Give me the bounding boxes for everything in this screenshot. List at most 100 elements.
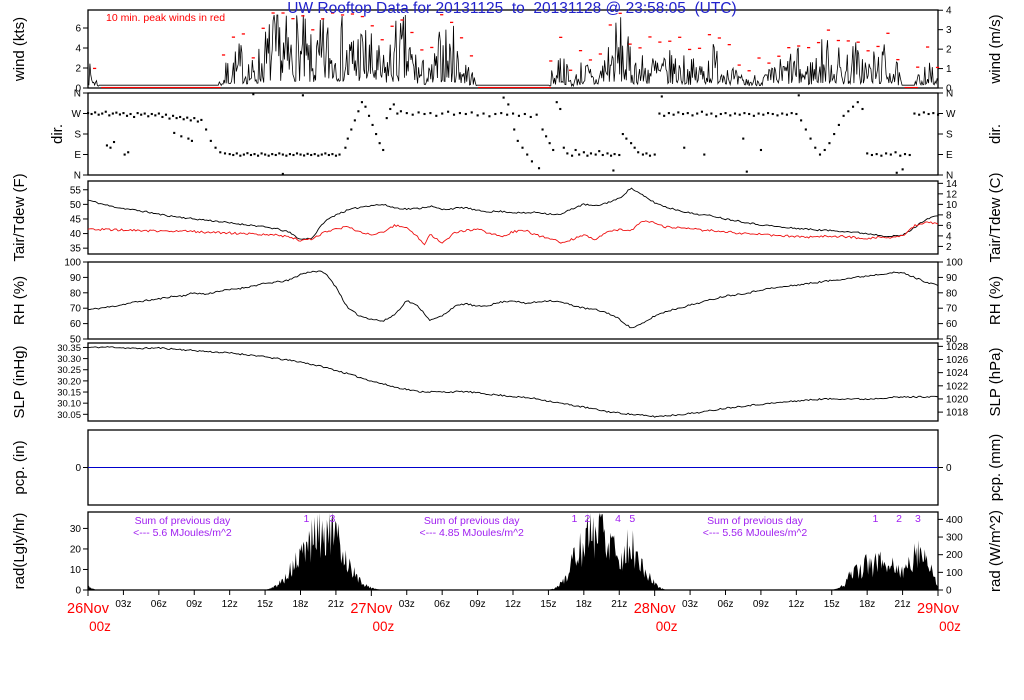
svg-text:0: 0 bbox=[75, 586, 81, 597]
svg-text:12: 12 bbox=[946, 189, 958, 200]
svg-text:N: N bbox=[946, 89, 953, 100]
svg-text:wind (kts): wind (kts) bbox=[11, 17, 28, 82]
svg-text:300: 300 bbox=[946, 533, 963, 544]
panel-rh: 50607080901005060708090100RH (%) RH (%) bbox=[11, 258, 1004, 346]
svg-text:00z: 00z bbox=[372, 619, 394, 634]
svg-text:03z: 03z bbox=[115, 599, 131, 610]
svg-text:N: N bbox=[74, 171, 81, 182]
svg-text:E: E bbox=[946, 150, 953, 161]
svg-text:1: 1 bbox=[571, 513, 577, 525]
svg-text:0: 0 bbox=[946, 463, 952, 474]
panel-rad: 01020300100200300400rad(Lgly/hr) rad (W/m… bbox=[11, 510, 1004, 597]
svg-text:60: 60 bbox=[946, 319, 958, 330]
svg-text:0: 0 bbox=[75, 463, 81, 474]
svg-text:SLP (hPa): SLP (hPa) bbox=[987, 348, 1004, 417]
svg-text:60: 60 bbox=[70, 319, 82, 330]
svg-text:3: 3 bbox=[329, 513, 335, 525]
svg-text:5: 5 bbox=[629, 513, 635, 525]
svg-text:1022: 1022 bbox=[946, 381, 969, 392]
panel-slp: 30.0530.1030.1530.2030.2530.3030.35 1018 1… bbox=[11, 342, 1004, 422]
panel-dir: NWSENNWSENdir. dir. bbox=[49, 89, 1004, 182]
svg-text:2: 2 bbox=[584, 513, 590, 525]
svg-text:45: 45 bbox=[70, 214, 82, 225]
figure-title: UW Rooftop Data for 20131125 to 20131128… bbox=[287, 0, 737, 17]
svg-text:1: 1 bbox=[873, 513, 879, 525]
svg-text:06z: 06z bbox=[434, 599, 450, 610]
svg-text:3: 3 bbox=[915, 513, 921, 525]
svg-text:2: 2 bbox=[896, 513, 902, 525]
svg-text:21z: 21z bbox=[895, 599, 911, 610]
svg-text:00z: 00z bbox=[939, 619, 961, 634]
svg-text:50: 50 bbox=[70, 200, 82, 211]
svg-text:6: 6 bbox=[946, 221, 952, 232]
svg-text:<--- 5.56 MJoules/m^2: <--- 5.56 MJoules/m^2 bbox=[703, 527, 808, 539]
panel-pcp: 0 0 pcp. (in) pcp. (mm) bbox=[11, 429, 1004, 506]
svg-text:30: 30 bbox=[70, 524, 82, 535]
svg-text:09z: 09z bbox=[470, 599, 486, 610]
svg-text:30.05: 30.05 bbox=[57, 410, 81, 421]
svg-text:30.30: 30.30 bbox=[57, 354, 81, 365]
svg-text:RH (%): RH (%) bbox=[11, 276, 28, 325]
svg-text:400: 400 bbox=[946, 515, 963, 526]
svg-text:18z: 18z bbox=[859, 599, 875, 610]
svg-text:35: 35 bbox=[70, 244, 82, 255]
svg-text:1024: 1024 bbox=[946, 368, 969, 379]
svg-text:dir.: dir. bbox=[49, 124, 66, 144]
svg-text:Sum of previous day: Sum of previous day bbox=[707, 515, 803, 527]
svg-text:S: S bbox=[74, 130, 81, 141]
svg-text:N: N bbox=[74, 89, 81, 100]
svg-text:Tair/Tdew (C): Tair/Tdew (C) bbox=[987, 172, 1004, 262]
svg-text:1028: 1028 bbox=[946, 342, 969, 353]
svg-text:E: E bbox=[74, 150, 81, 161]
svg-text:3: 3 bbox=[946, 25, 952, 36]
svg-text:pcp. (mm): pcp. (mm) bbox=[987, 434, 1004, 502]
svg-text:06z: 06z bbox=[151, 599, 167, 610]
svg-text:09z: 09z bbox=[753, 599, 769, 610]
svg-text:27Nov: 27Nov bbox=[350, 601, 393, 617]
svg-text:90: 90 bbox=[946, 273, 958, 284]
svg-text:18z: 18z bbox=[292, 599, 308, 610]
svg-text:30.35: 30.35 bbox=[57, 343, 81, 354]
svg-text:03z: 03z bbox=[399, 599, 415, 610]
svg-text:2: 2 bbox=[946, 45, 952, 56]
svg-text:00z: 00z bbox=[656, 619, 678, 634]
svg-text:200: 200 bbox=[946, 550, 963, 561]
x-axis: 03z 06z 09z 12z 15z 18z 21z 03z 06z 09z 12z 15z 18z 2… bbox=[67, 590, 961, 634]
svg-text:00z: 00z bbox=[89, 619, 111, 634]
svg-text:dir.: dir. bbox=[987, 124, 1004, 144]
svg-text:15z: 15z bbox=[824, 599, 840, 610]
svg-text:1: 1 bbox=[946, 64, 952, 75]
panel-wind: 024601234wind (kts) wind (m/s)10 min. pea… bbox=[11, 6, 1004, 95]
svg-text:15z: 15z bbox=[540, 599, 556, 610]
svg-text:30.10: 30.10 bbox=[57, 399, 81, 410]
svg-text:18z: 18z bbox=[576, 599, 592, 610]
svg-text:W: W bbox=[72, 109, 82, 120]
svg-text:1018: 1018 bbox=[946, 408, 969, 419]
svg-text:100: 100 bbox=[946, 568, 963, 579]
svg-text:30.15: 30.15 bbox=[57, 388, 81, 399]
svg-text:70: 70 bbox=[70, 304, 82, 315]
svg-text:4: 4 bbox=[946, 231, 952, 242]
svg-text:90: 90 bbox=[70, 273, 82, 284]
svg-text:12z: 12z bbox=[788, 599, 804, 610]
svg-text:1026: 1026 bbox=[946, 355, 969, 366]
svg-text:80: 80 bbox=[70, 288, 82, 299]
svg-text:RH (%): RH (%) bbox=[987, 276, 1004, 325]
svg-text:30.25: 30.25 bbox=[57, 365, 81, 376]
svg-text:26Nov: 26Nov bbox=[67, 601, 110, 617]
svg-text:20: 20 bbox=[70, 544, 82, 555]
svg-text:21z: 21z bbox=[611, 599, 627, 610]
svg-text:30.20: 30.20 bbox=[57, 376, 81, 387]
svg-text:09z: 09z bbox=[186, 599, 202, 610]
svg-text:100: 100 bbox=[946, 258, 963, 269]
svg-text:wind (m/s): wind (m/s) bbox=[987, 14, 1004, 84]
svg-text:1020: 1020 bbox=[946, 394, 969, 405]
svg-text:<--- 5.6 MJoules/m^2: <--- 5.6 MJoules/m^2 bbox=[133, 527, 232, 539]
svg-text:12z: 12z bbox=[505, 599, 521, 610]
svg-text:pcp. (in): pcp. (in) bbox=[11, 440, 28, 494]
svg-text:W: W bbox=[946, 109, 956, 120]
svg-text:SLP (inHg): SLP (inHg) bbox=[11, 345, 28, 418]
svg-text:Tair/Tdew (F): Tair/Tdew (F) bbox=[11, 173, 28, 261]
svg-text:15z: 15z bbox=[257, 599, 273, 610]
svg-text:S: S bbox=[946, 130, 953, 141]
